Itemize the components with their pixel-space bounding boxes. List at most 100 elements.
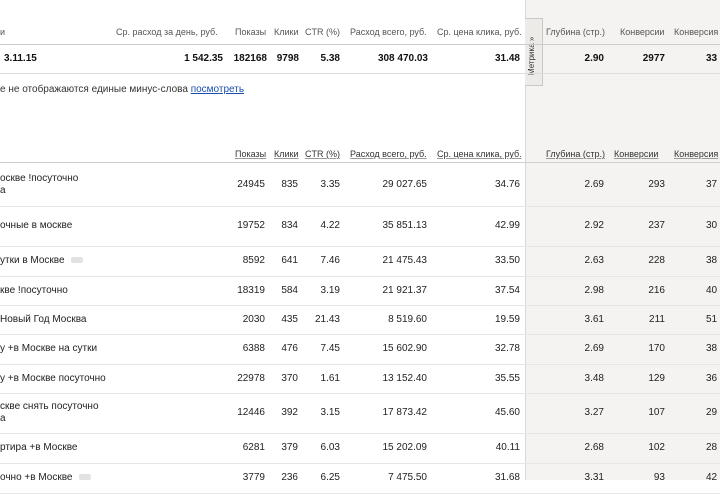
table-row[interactable]: у +в Москве на сутки 6388 476 7.45 15 60… — [0, 334, 720, 365]
summary-spend-total: 308 470.03 — [377, 53, 428, 64]
summary-header-ctr: CTR (%) — [305, 27, 340, 37]
cell-ctr: 1.61 — [320, 373, 340, 384]
cell-spend-total: 21 475.43 — [382, 255, 428, 266]
cell-depth: 2.69 — [584, 179, 604, 190]
keyword-line-2: а — [0, 413, 6, 424]
keyword-cell: Новый Год Москва — [0, 314, 87, 326]
cell-conversion-pct: 38 — [706, 255, 718, 266]
cell-depth: 2.98 — [584, 285, 604, 296]
col-header-clicks[interactable]: Клики — [274, 149, 299, 159]
col-header-avg-cpc[interactable]: Ср. цена клика, руб. — [437, 149, 522, 159]
cell-ctr: 6.03 — [320, 442, 340, 453]
cell-spend-total: 15 202.09 — [382, 442, 428, 453]
cell-conversion-pct: 28 — [706, 442, 718, 453]
cell-clicks: 835 — [281, 179, 298, 190]
cell-avg-cpc: 19.59 — [494, 314, 520, 325]
cell-avg-cpc: 45.60 — [494, 407, 520, 418]
cell-impressions: 8592 — [242, 255, 265, 266]
cell-conversions: 129 — [648, 373, 665, 384]
keyword-cell: кве !посуточно — [0, 285, 68, 297]
cell-conversions: 237 — [648, 220, 665, 231]
cell-depth: 3.61 — [584, 314, 604, 325]
cell-conversions: 216 — [648, 285, 665, 296]
col-header-conversion-pct[interactable]: Конверсия — [674, 149, 718, 159]
cell-avg-cpc: 33.50 — [494, 255, 520, 266]
table-row[interactable]: у +в Москве посуточно 22978 370 1.61 13 … — [0, 364, 720, 394]
table-row[interactable]: скве снять посуточно а 12446 392 3.15 17… — [0, 393, 720, 434]
table-row[interactable]: утки в Москве 8592 641 7.46 21 475.43 33… — [0, 246, 720, 277]
keyword-cell: очно +в Москве — [0, 472, 91, 484]
keyword-cell: утки в Москве — [0, 255, 83, 267]
table-row[interactable]: кве !посуточно 18319 584 3.19 21 921.37 … — [0, 276, 720, 306]
summary-avg-cpc: 31.48 — [494, 53, 520, 64]
cell-ctr: 3.19 — [320, 285, 340, 296]
more-options-icon[interactable] — [78, 474, 91, 481]
cell-clicks: 370 — [281, 373, 298, 384]
cell-conversions: 170 — [648, 343, 665, 354]
table-header-divider — [0, 162, 720, 163]
cell-avg-cpc: 37.54 — [494, 285, 520, 296]
cell-ctr: 4.22 — [320, 220, 340, 231]
keyword-line-1: оскве !посуточно — [0, 173, 79, 184]
summary-impressions: 182168 — [233, 53, 267, 64]
cell-depth: 2.68 — [584, 442, 604, 453]
cell-avg-cpc: 31.68 — [494, 472, 520, 483]
table-row[interactable]: очные в москве 19752 834 4.22 35 851.13 … — [0, 206, 720, 247]
cell-ctr: 3.15 — [320, 407, 340, 418]
more-options-icon[interactable] — [70, 257, 83, 264]
cell-clicks: 379 — [281, 442, 298, 453]
cell-conversions: 107 — [648, 407, 665, 418]
summary-spend-per-day: 1 542.35 — [184, 53, 223, 64]
summary-depth: 2.90 — [584, 53, 604, 64]
cell-spend-total: 7 475.50 — [388, 472, 427, 483]
minus-words-note-text: е не отображаются единые минус-слова — [0, 84, 188, 95]
cell-impressions: 6388 — [242, 343, 265, 354]
cell-avg-cpc: 40.11 — [495, 442, 520, 453]
cell-avg-cpc: 34.76 — [494, 179, 520, 190]
cell-ctr: 3.35 — [320, 179, 340, 190]
table-row[interactable]: Новый Год Москва 2030 435 21.43 8 519.60… — [0, 305, 720, 335]
cell-conversion-pct: 38 — [706, 343, 718, 354]
keyword-line-1: у +в Москве на сутки — [0, 343, 98, 354]
keyword-line-1: скве снять посуточно — [0, 401, 99, 412]
cell-clicks: 584 — [281, 285, 298, 296]
cell-impressions: 2030 — [242, 314, 265, 325]
col-header-ctr[interactable]: CTR (%) — [305, 149, 340, 159]
keyword-line-1: утки в Москве — [0, 255, 65, 266]
summary-row — [0, 44, 720, 74]
cell-clicks: 476 — [281, 343, 298, 354]
cell-clicks: 392 — [281, 407, 298, 418]
cell-conversion-pct: 40 — [706, 285, 718, 296]
keyword-line-1: Новый Год Москва — [0, 314, 87, 325]
minus-words-view-link[interactable]: посмотреть — [191, 84, 244, 95]
cell-impressions: 3779 — [242, 472, 265, 483]
cell-avg-cpc: 42.99 — [494, 220, 520, 231]
col-header-spend-total[interactable]: Расход всего, руб. — [350, 149, 427, 159]
summary-header-spend-per-day: Ср. расход за день, руб. — [116, 27, 218, 37]
col-header-depth[interactable]: Глубина (стр.) — [546, 149, 605, 159]
cell-conversion-pct: 30 — [706, 220, 718, 231]
keyword-line-1: ртира +в Москве — [0, 442, 78, 453]
table-row[interactable]: очно +в Москве 3779 236 6.25 7 475.50 31… — [0, 463, 720, 494]
cell-depth: 3.48 — [584, 373, 604, 384]
cell-ctr: 7.46 — [320, 255, 340, 266]
cell-spend-total: 17 873.42 — [382, 407, 428, 418]
cell-impressions: 19752 — [237, 220, 265, 231]
cell-conversion-pct: 37 — [706, 179, 718, 190]
cell-spend-total: 21 921.37 — [382, 285, 428, 296]
keyword-line-1: кве !посуточно — [0, 285, 68, 296]
cell-spend-total: 8 519.60 — [388, 314, 427, 325]
cell-depth: 2.92 — [584, 220, 604, 231]
col-header-impressions[interactable]: Показы — [235, 149, 266, 159]
col-header-conversions[interactable]: Конверсии — [614, 149, 658, 159]
summary-header-clicks: Клики — [274, 27, 299, 37]
cell-avg-cpc: 32.78 — [494, 343, 520, 354]
cell-conversion-pct: 36 — [706, 373, 718, 384]
table-row[interactable]: ртира +в Москве 6281 379 6.03 15 202.09 … — [0, 433, 720, 464]
summary-ctr: 5.38 — [320, 53, 340, 64]
cell-conversion-pct: 51 — [706, 314, 718, 325]
table-row[interactable]: оскве !посуточно а 24945 835 3.35 29 027… — [0, 164, 720, 207]
cell-clicks: 236 — [281, 472, 298, 483]
keyword-line-1: очно +в Москве — [0, 472, 73, 483]
cell-spend-total: 13 152.40 — [382, 373, 428, 384]
